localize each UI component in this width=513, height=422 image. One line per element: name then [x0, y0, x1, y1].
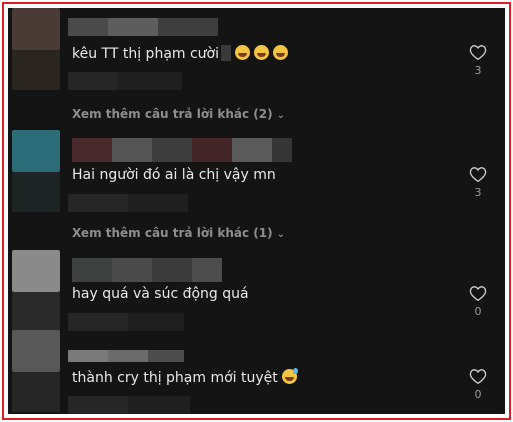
like-count: 0: [474, 388, 482, 401]
view-more-replies-label: Xem thêm câu trả lời khác (1): [72, 226, 273, 240]
view-more-replies[interactable]: Xem thêm câu trả lời khác (1) ⌄: [72, 226, 285, 240]
grinning-squint-icon: [235, 45, 251, 60]
view-more-replies[interactable]: Xem thêm câu trả lời khác (2) ⌄: [72, 107, 285, 121]
grinning-squint-icon: [273, 45, 289, 60]
like-button[interactable]: 0: [466, 285, 490, 318]
timestamp-redacted: [68, 194, 188, 212]
grinning-squint-icon: [254, 45, 270, 60]
comments-panel: kêu TT thị phạm cười 3 Xem thêm câu trả …: [8, 8, 505, 414]
sweat-smile-icon: [281, 368, 298, 384]
screenshot-frame: kêu TT thị phạm cười 3 Xem thêm câu trả …: [2, 2, 511, 420]
like-button[interactable]: 0: [466, 368, 490, 401]
comment-text: thành cry thị phạm mới tuyệt: [72, 368, 298, 386]
heart-icon: [469, 369, 487, 384]
timestamp-redacted: [68, 396, 190, 414]
comment-text: kêu TT thị phạm cười: [72, 45, 289, 62]
chevron-down-icon: ⌄: [276, 110, 285, 121]
view-more-replies-label: Xem thêm câu trả lời khác (2): [72, 107, 273, 121]
avatar[interactable]: [12, 330, 60, 412]
chevron-down-icon: ⌄: [276, 229, 285, 240]
heart-icon: [469, 45, 487, 60]
avatar[interactable]: [12, 8, 60, 90]
comment-text-1: kêu TT thị phạm cười: [72, 46, 220, 62]
comment-text-4: thành cry thị phạm mới tuyệt: [72, 370, 278, 386]
comment-text-3: hay quá và súc động quá: [72, 286, 249, 302]
avatar[interactable]: [12, 250, 60, 332]
username-redacted: [72, 138, 292, 162]
heart-icon: [469, 167, 487, 182]
timestamp-redacted: [68, 72, 182, 90]
comment-text: Hai người đó ai là chị vậy mn: [72, 167, 276, 183]
avatar[interactable]: [12, 130, 60, 212]
heart-icon: [469, 286, 487, 301]
username-redacted: [68, 18, 218, 36]
redacted-block: [221, 45, 232, 61]
like-count: 3: [474, 186, 482, 199]
timestamp-redacted: [68, 313, 184, 331]
username-redacted: [68, 350, 184, 362]
like-button[interactable]: 3: [466, 44, 490, 77]
comment-text: hay quá và súc động quá: [72, 286, 249, 302]
username-redacted: [72, 258, 222, 282]
comment-text-2: Hai người đó ai là chị vậy mn: [72, 167, 276, 183]
like-count: 3: [474, 64, 482, 77]
like-button[interactable]: 3: [466, 166, 490, 199]
like-count: 0: [474, 305, 482, 318]
